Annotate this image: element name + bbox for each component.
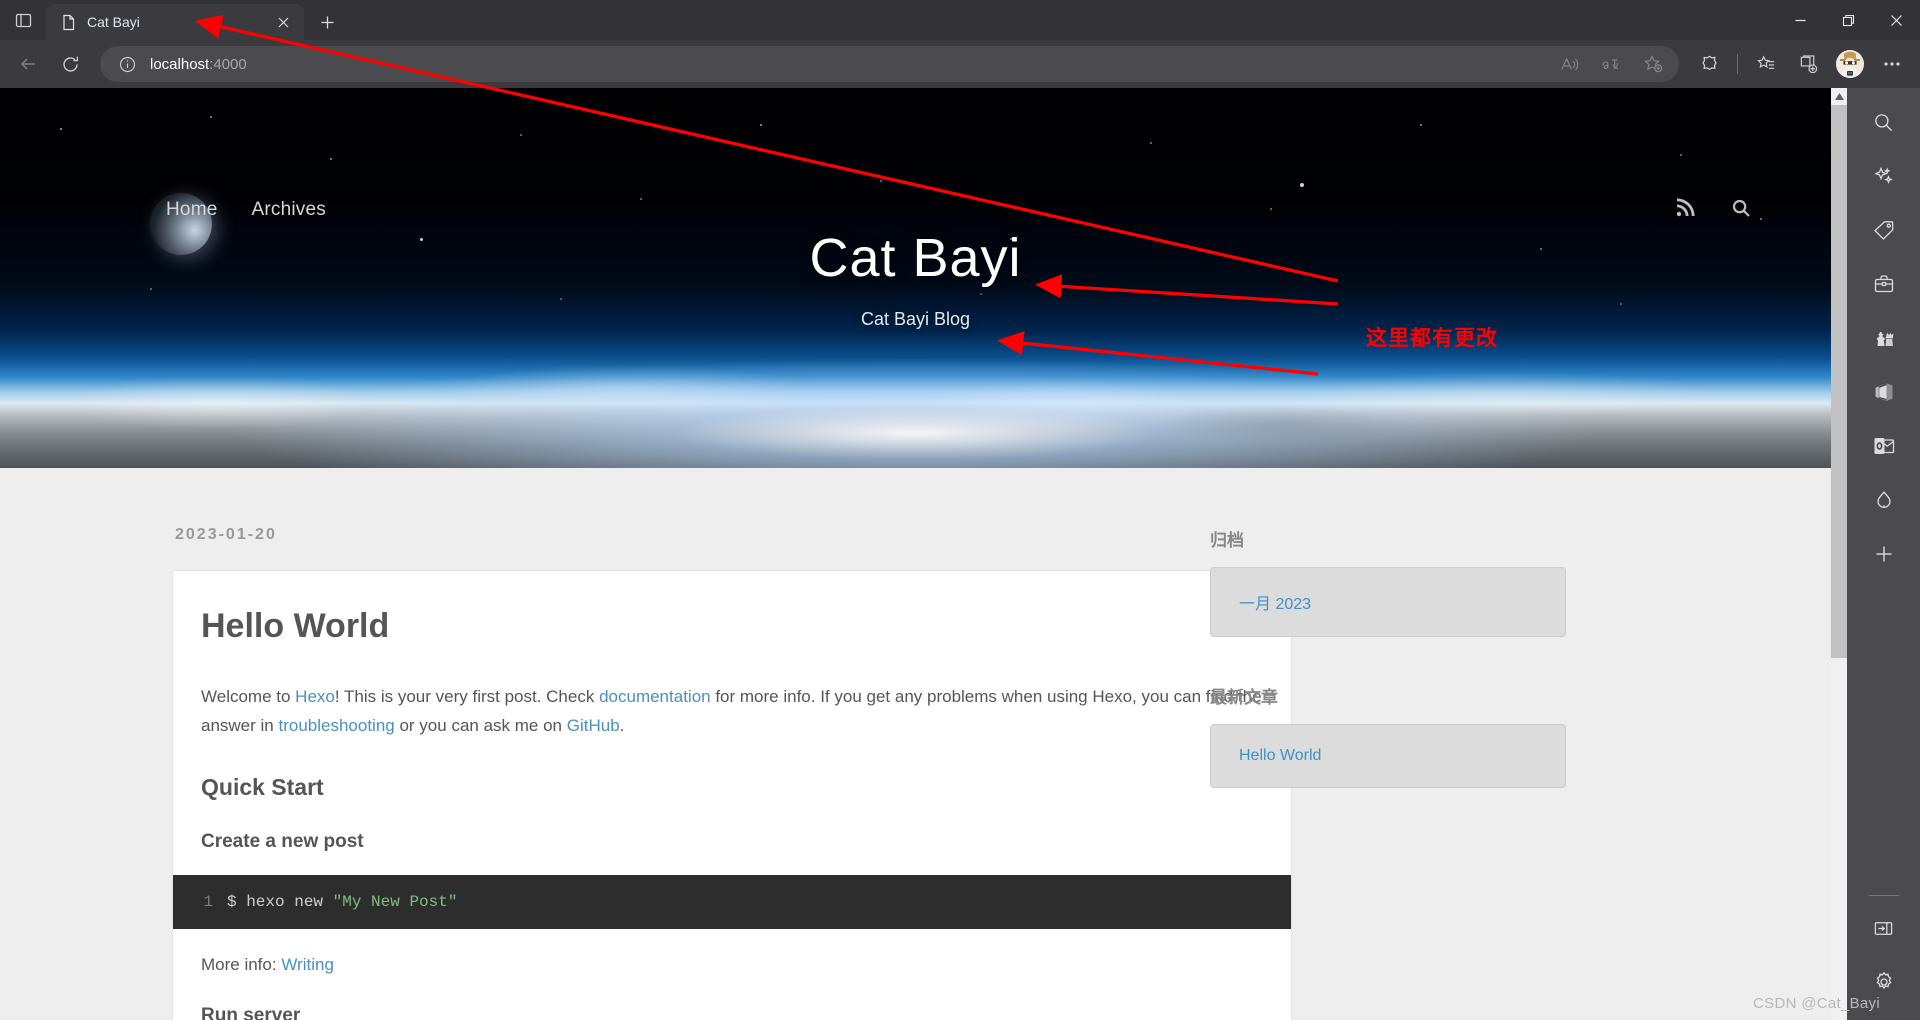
intro-text-pre: Welcome to bbox=[201, 687, 295, 706]
site-hero-banner: Home Archives bbox=[0, 88, 1831, 468]
heading-create-a-new-post: Create a new post bbox=[201, 831, 1263, 853]
browser-essentials-icon[interactable] bbox=[1689, 46, 1729, 82]
code-line-number: 1 bbox=[173, 893, 227, 911]
post-date: 2023-01-20 bbox=[172, 526, 1120, 544]
more-info-label: More info: bbox=[201, 955, 281, 974]
shopping-tag-icon[interactable] bbox=[1864, 210, 1904, 250]
post-title: Hello World bbox=[201, 607, 1263, 646]
translate-icon[interactable] bbox=[1591, 46, 1631, 82]
heading-run-server: Run server bbox=[201, 1005, 1263, 1020]
back-button[interactable] bbox=[8, 46, 48, 82]
tab-title: Cat Bayi bbox=[87, 14, 260, 30]
link-writing[interactable]: Writing bbox=[281, 955, 334, 974]
code-command: $ hexo new bbox=[227, 893, 333, 911]
intro-text-end: . bbox=[620, 716, 625, 735]
page-favicon-icon bbox=[60, 14, 77, 31]
close-window-button[interactable] bbox=[1872, 0, 1920, 40]
profile-avatar[interactable]: <> bbox=[1836, 50, 1864, 78]
url-port: :4000 bbox=[209, 56, 247, 73]
page-viewport: Home Archives bbox=[0, 88, 1847, 1020]
tab-actions-button[interactable] bbox=[0, 0, 46, 40]
omnibox-actions bbox=[1549, 46, 1673, 82]
sidebar-archives-box: 一月 2023 bbox=[1210, 567, 1566, 637]
sidebar-recent-box: Hello World bbox=[1210, 724, 1566, 788]
sidebar-archive-item[interactable]: 一月 2023 bbox=[1239, 596, 1311, 613]
games-chess-icon[interactable] bbox=[1864, 318, 1904, 358]
sidebar-archives-title: 归档 bbox=[1210, 526, 1640, 551]
settings-and-more-icon[interactable] bbox=[1872, 46, 1912, 82]
sidebar-divider bbox=[1869, 895, 1899, 896]
drop-icon[interactable] bbox=[1864, 480, 1904, 520]
code-string-literal: "My New Post" bbox=[333, 893, 458, 911]
split-screen-icon[interactable] bbox=[1788, 46, 1828, 82]
read-aloud-icon[interactable] bbox=[1549, 46, 1589, 82]
new-tab-button[interactable] bbox=[308, 4, 346, 40]
intro-text-mid1: ! This is your very first post. Check bbox=[335, 687, 599, 706]
address-bar-url[interactable]: localhost:4000 bbox=[140, 56, 1549, 73]
refresh-button[interactable] bbox=[50, 46, 90, 82]
scroll-up-arrow-icon[interactable] bbox=[1831, 88, 1847, 105]
link-troubleshooting[interactable]: troubleshooting bbox=[278, 716, 394, 735]
page-content: 2023-01-20 Hello World Welcome to Hexo! … bbox=[0, 468, 1831, 1020]
edge-sidebar bbox=[1847, 88, 1920, 1020]
restore-button[interactable] bbox=[1824, 0, 1872, 40]
sidebar-recent-item[interactable]: Hello World bbox=[1239, 747, 1321, 764]
browser-tab[interactable]: Cat Bayi bbox=[46, 4, 304, 40]
link-documentation[interactable]: documentation bbox=[599, 687, 711, 706]
hide-sidebar-icon[interactable] bbox=[1864, 908, 1904, 948]
minimize-button[interactable] bbox=[1776, 0, 1824, 40]
title-bar: Cat Bayi bbox=[0, 0, 1920, 40]
svg-text:<>: <> bbox=[1848, 71, 1853, 76]
link-hexo[interactable]: Hexo bbox=[295, 687, 335, 706]
add-favorite-icon[interactable] bbox=[1633, 46, 1673, 82]
link-github[interactable]: GitHub bbox=[567, 716, 620, 735]
main-column: 2023-01-20 Hello World Welcome to Hexo! … bbox=[0, 526, 1120, 1020]
sidebar: 归档 一月 2023 最新文章 Hello World bbox=[1120, 526, 1640, 1020]
browser-toolbar: localhost:4000 bbox=[0, 40, 1920, 88]
url-host: localhost bbox=[150, 56, 209, 73]
address-bar[interactable]: localhost:4000 bbox=[100, 46, 1679, 82]
hexo-blog-page: Home Archives bbox=[0, 88, 1831, 1020]
more-info-line: More info: Writing bbox=[201, 955, 1263, 975]
search-icon[interactable] bbox=[1864, 102, 1904, 142]
outlook-icon[interactable] bbox=[1864, 426, 1904, 466]
page-scrollbar[interactable] bbox=[1831, 88, 1847, 1020]
csdn-watermark: CSDN @Cat_Bayi bbox=[1753, 995, 1880, 1012]
sidebar-recent-title: 最新文章 bbox=[1210, 683, 1640, 708]
hero-title-block: Cat Bayi Cat Bayi Blog bbox=[0, 88, 1831, 468]
add-sidebar-app-icon[interactable] bbox=[1864, 534, 1904, 574]
tools-briefcase-icon[interactable] bbox=[1864, 264, 1904, 304]
heading-quick-start: Quick Start bbox=[201, 774, 1263, 801]
office-icon[interactable] bbox=[1864, 372, 1904, 412]
site-title: Cat Bayi bbox=[809, 227, 1021, 289]
browser-window: Cat Bayi bbox=[0, 0, 1920, 1020]
code-content: $ hexo new "My New Post" bbox=[227, 893, 457, 911]
scrollbar-thumb[interactable] bbox=[1831, 105, 1847, 658]
toolbar-divider bbox=[1737, 54, 1738, 74]
collections-icon[interactable] bbox=[1746, 46, 1786, 82]
site-subtitle: Cat Bayi Blog bbox=[861, 309, 970, 330]
post-intro-paragraph: Welcome to Hexo! This is your very first… bbox=[201, 682, 1263, 740]
copilot-sparkle-icon[interactable] bbox=[1864, 156, 1904, 196]
site-information-icon[interactable] bbox=[114, 51, 140, 77]
tab-close-icon[interactable] bbox=[270, 9, 296, 35]
intro-text-mid3: or you can ask me on bbox=[395, 716, 567, 735]
